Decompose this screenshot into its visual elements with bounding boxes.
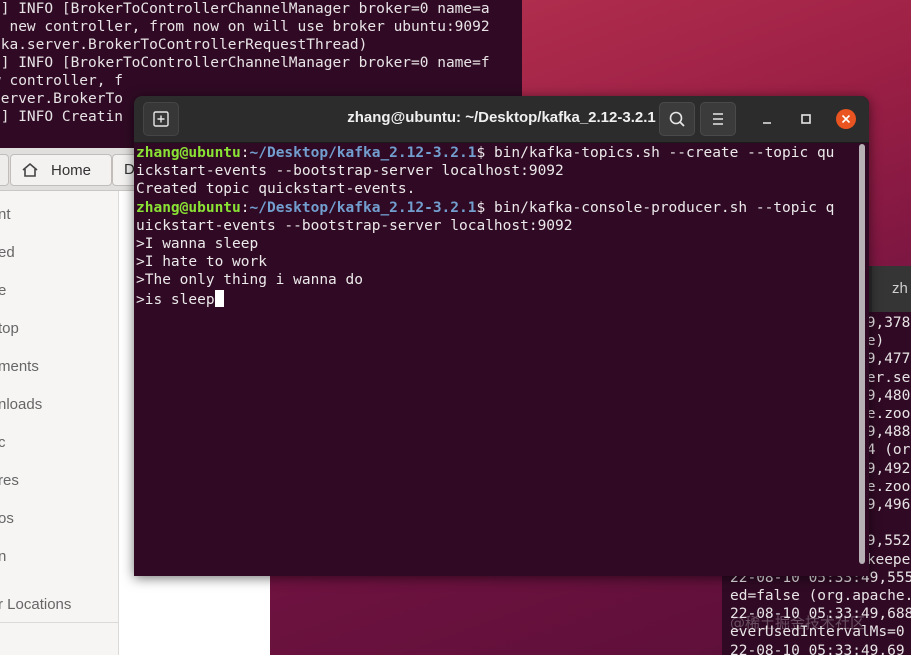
terminal-line: >I wanna sleep	[136, 235, 259, 252]
terminal-line: zhang@ubuntu:~/Desktop/kafka_2.12-3.2.1$…	[136, 199, 834, 217]
prompt-path: ~/Desktop/kafka_2.12-3.2.1	[249, 145, 477, 161]
terminal-tab[interactable]: zh	[872, 266, 911, 312]
search-icon	[669, 111, 685, 127]
prompt-colon: :	[240, 145, 250, 161]
close-icon[interactable]	[836, 109, 856, 129]
terminal-line: zhang@ubuntu:~/Desktop/kafka_2.12-3.2.1$…	[136, 144, 834, 162]
sidebar-item-other-locations[interactable]: r Locations	[0, 596, 71, 613]
home-icon	[22, 162, 38, 177]
search-button[interactable]	[659, 102, 695, 136]
prompt-path: ~/Desktop/kafka_2.12-3.2.1	[249, 199, 477, 216]
prompt-dollar: $	[476, 199, 486, 216]
watermark: @稀土掘金技术社区	[730, 614, 866, 632]
terminal-line: ickstart-events --bootstrap-server local…	[136, 163, 564, 180]
prompt-user-host: zhang@ubuntu	[136, 199, 241, 216]
sidebar-item-desktop[interactable]: top	[0, 320, 19, 337]
sidebar-item-videos[interactable]: os	[0, 510, 14, 527]
sidebar-item-documents[interactable]: ments	[0, 358, 39, 375]
menu-button[interactable]	[700, 102, 736, 136]
terminal-line: w controller, f	[0, 73, 123, 89]
home-label: Home	[51, 161, 92, 179]
sidebar-divider	[0, 622, 118, 623]
home-path-button[interactable]: Home	[10, 154, 112, 186]
hamburger-menu-icon	[713, 113, 723, 125]
prompt-user-host: zhang@ubuntu	[136, 145, 241, 161]
terminal-window: zhang@ubuntu: ~/Desktop/kafka_2.12-3.2.1…	[134, 96, 869, 576]
terminal-line: uickstart-events --bootstrap-server loca…	[136, 217, 573, 234]
sidebar-item-home[interactable]: e	[0, 282, 6, 299]
terminal-headerbar[interactable]: zhang@ubuntu: ~/Desktop/kafka_2.12-3.2.1	[134, 96, 869, 143]
terminal-line: 3] INFO [BrokerToControllerChannelManage…	[0, 1, 490, 17]
prompt-colon: :	[240, 199, 250, 216]
terminal-line: d new controller, from now on will use b…	[0, 19, 490, 35]
command-text: bin/kafka-topics.sh --create --topic qu	[485, 145, 835, 161]
terminal-line: >The only thing i wanna do	[136, 272, 363, 289]
files-sidebar: nt ed e top ments nloads c res os n r Lo…	[0, 191, 119, 655]
sidebar-item-music[interactable]: c	[0, 434, 6, 451]
terminal-line: Created topic quickstart-events.	[136, 181, 416, 198]
current-input: >is sleep	[136, 291, 215, 308]
terminal-line: 22-08-10 05:33:49,69	[730, 642, 905, 655]
terminal-line: 6] INFO [BrokerToControllerChannelManage…	[0, 55, 490, 71]
terminal-line: ed=false (org.apache.	[730, 588, 911, 605]
sidebar-item-recent[interactable]: nt	[0, 206, 11, 223]
command-text: bin/kafka-console-producer.sh --topic q	[485, 199, 835, 216]
maximize-icon[interactable]	[796, 109, 816, 129]
scrollbar[interactable]	[859, 144, 865, 564]
sidebar-item-downloads[interactable]: nloads	[0, 396, 42, 413]
minimize-icon[interactable]	[757, 109, 777, 129]
sidebar-item-starred[interactable]: ed	[0, 244, 15, 261]
prompt-dollar: $	[476, 145, 486, 161]
terminal-line: fka.server.BrokerToControllerRequestThre…	[0, 37, 368, 53]
terminal-line: >is sleep	[136, 289, 834, 308]
text-cursor	[214, 289, 224, 307]
terminal-line: >I hate to work	[136, 254, 267, 271]
back-button[interactable]	[0, 154, 9, 186]
terminal-output[interactable]: zhang@ubuntu:~/Desktop/kafka_2.12-3.2.1$…	[136, 144, 834, 308]
sidebar-item-pictures[interactable]: res	[0, 472, 19, 489]
sidebar-item-trash[interactable]: n	[0, 548, 6, 565]
